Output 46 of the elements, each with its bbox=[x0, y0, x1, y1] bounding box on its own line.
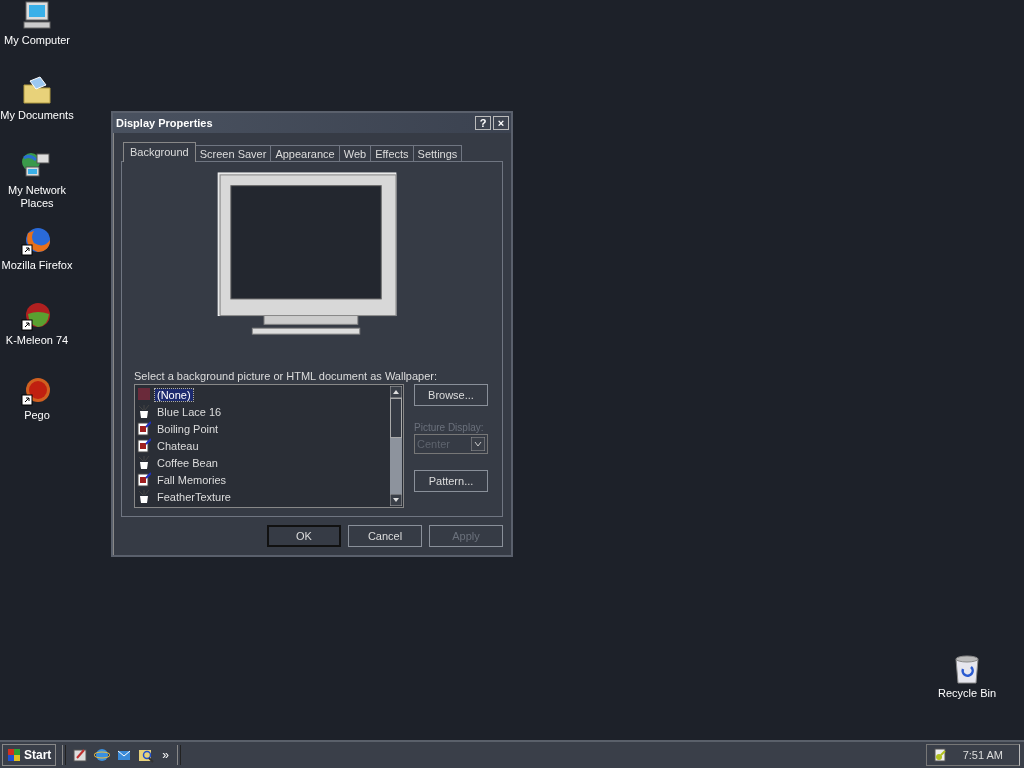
icon-label[interactable]: Recycle Bin bbox=[937, 687, 997, 700]
pattern-button[interactable]: Pattern... bbox=[414, 470, 488, 492]
list-item[interactable]: Coffee Bean bbox=[155, 456, 220, 469]
scrollbar[interactable] bbox=[389, 385, 403, 507]
tab[interactable]: Appearance bbox=[270, 145, 340, 161]
scroll-up-icon[interactable] bbox=[390, 386, 402, 398]
key-icon[interactable] bbox=[932, 748, 947, 762]
more-button[interactable]: » bbox=[160, 748, 172, 762]
prompt-label: Select a background picture or HTML document as Wallpaper: bbox=[134, 370, 439, 382]
list-item[interactable]: Boiling Point bbox=[155, 422, 221, 435]
icon-label[interactable]: My Documents bbox=[0, 109, 74, 122]
icon-label[interactable]: My Network Places bbox=[0, 184, 74, 210]
start-button[interactable]: Start bbox=[2, 744, 57, 766]
tab[interactable]: Effects bbox=[370, 145, 414, 161]
windows-logo-icon bbox=[7, 748, 21, 762]
icon-label[interactable]: Pego bbox=[24, 409, 50, 422]
icon-label[interactable]: Mozilla Firefox bbox=[1, 259, 73, 272]
picture-icon bbox=[137, 404, 151, 419]
tab[interactable]: Screen Saver bbox=[194, 145, 272, 161]
list-item[interactable]: FeatherTexture bbox=[155, 490, 233, 503]
list-item[interactable]: Fall Memories bbox=[155, 473, 229, 486]
folder-icon[interactable] bbox=[20, 75, 54, 107]
blank-icon bbox=[137, 387, 151, 402]
document-icon bbox=[137, 421, 151, 436]
close-button[interactable]: × bbox=[493, 116, 509, 130]
computer-icon[interactable] bbox=[20, 0, 54, 32]
document-icon bbox=[137, 472, 151, 487]
help-button[interactable]: ? bbox=[475, 116, 491, 130]
picture-icon bbox=[137, 489, 151, 504]
scroll-down-icon[interactable] bbox=[390, 494, 402, 506]
scroll-thumb[interactable] bbox=[390, 398, 402, 438]
list-item[interactable]: (None) bbox=[155, 388, 193, 401]
icon-label[interactable]: My Computer bbox=[4, 34, 70, 47]
tab[interactable]: Settings bbox=[412, 145, 463, 161]
document-icon bbox=[137, 438, 151, 453]
tab[interactable]: Background bbox=[123, 142, 196, 162]
picture-icon bbox=[137, 455, 151, 470]
list-item[interactable]: Blue Lace 16 bbox=[155, 405, 224, 418]
list-item[interactable]: Chateau bbox=[155, 439, 201, 452]
dialog-button[interactable]: OK bbox=[267, 525, 341, 547]
clock: 7:51 AM bbox=[962, 749, 1003, 761]
dialog-button[interactable]: Cancel bbox=[348, 525, 422, 547]
search-icon[interactable] bbox=[138, 747, 155, 763]
browse-button[interactable]: Browse... bbox=[414, 384, 488, 406]
window-title: Display Properties bbox=[115, 117, 213, 129]
icon-label[interactable]: K-Meleon 74 bbox=[5, 334, 69, 347]
